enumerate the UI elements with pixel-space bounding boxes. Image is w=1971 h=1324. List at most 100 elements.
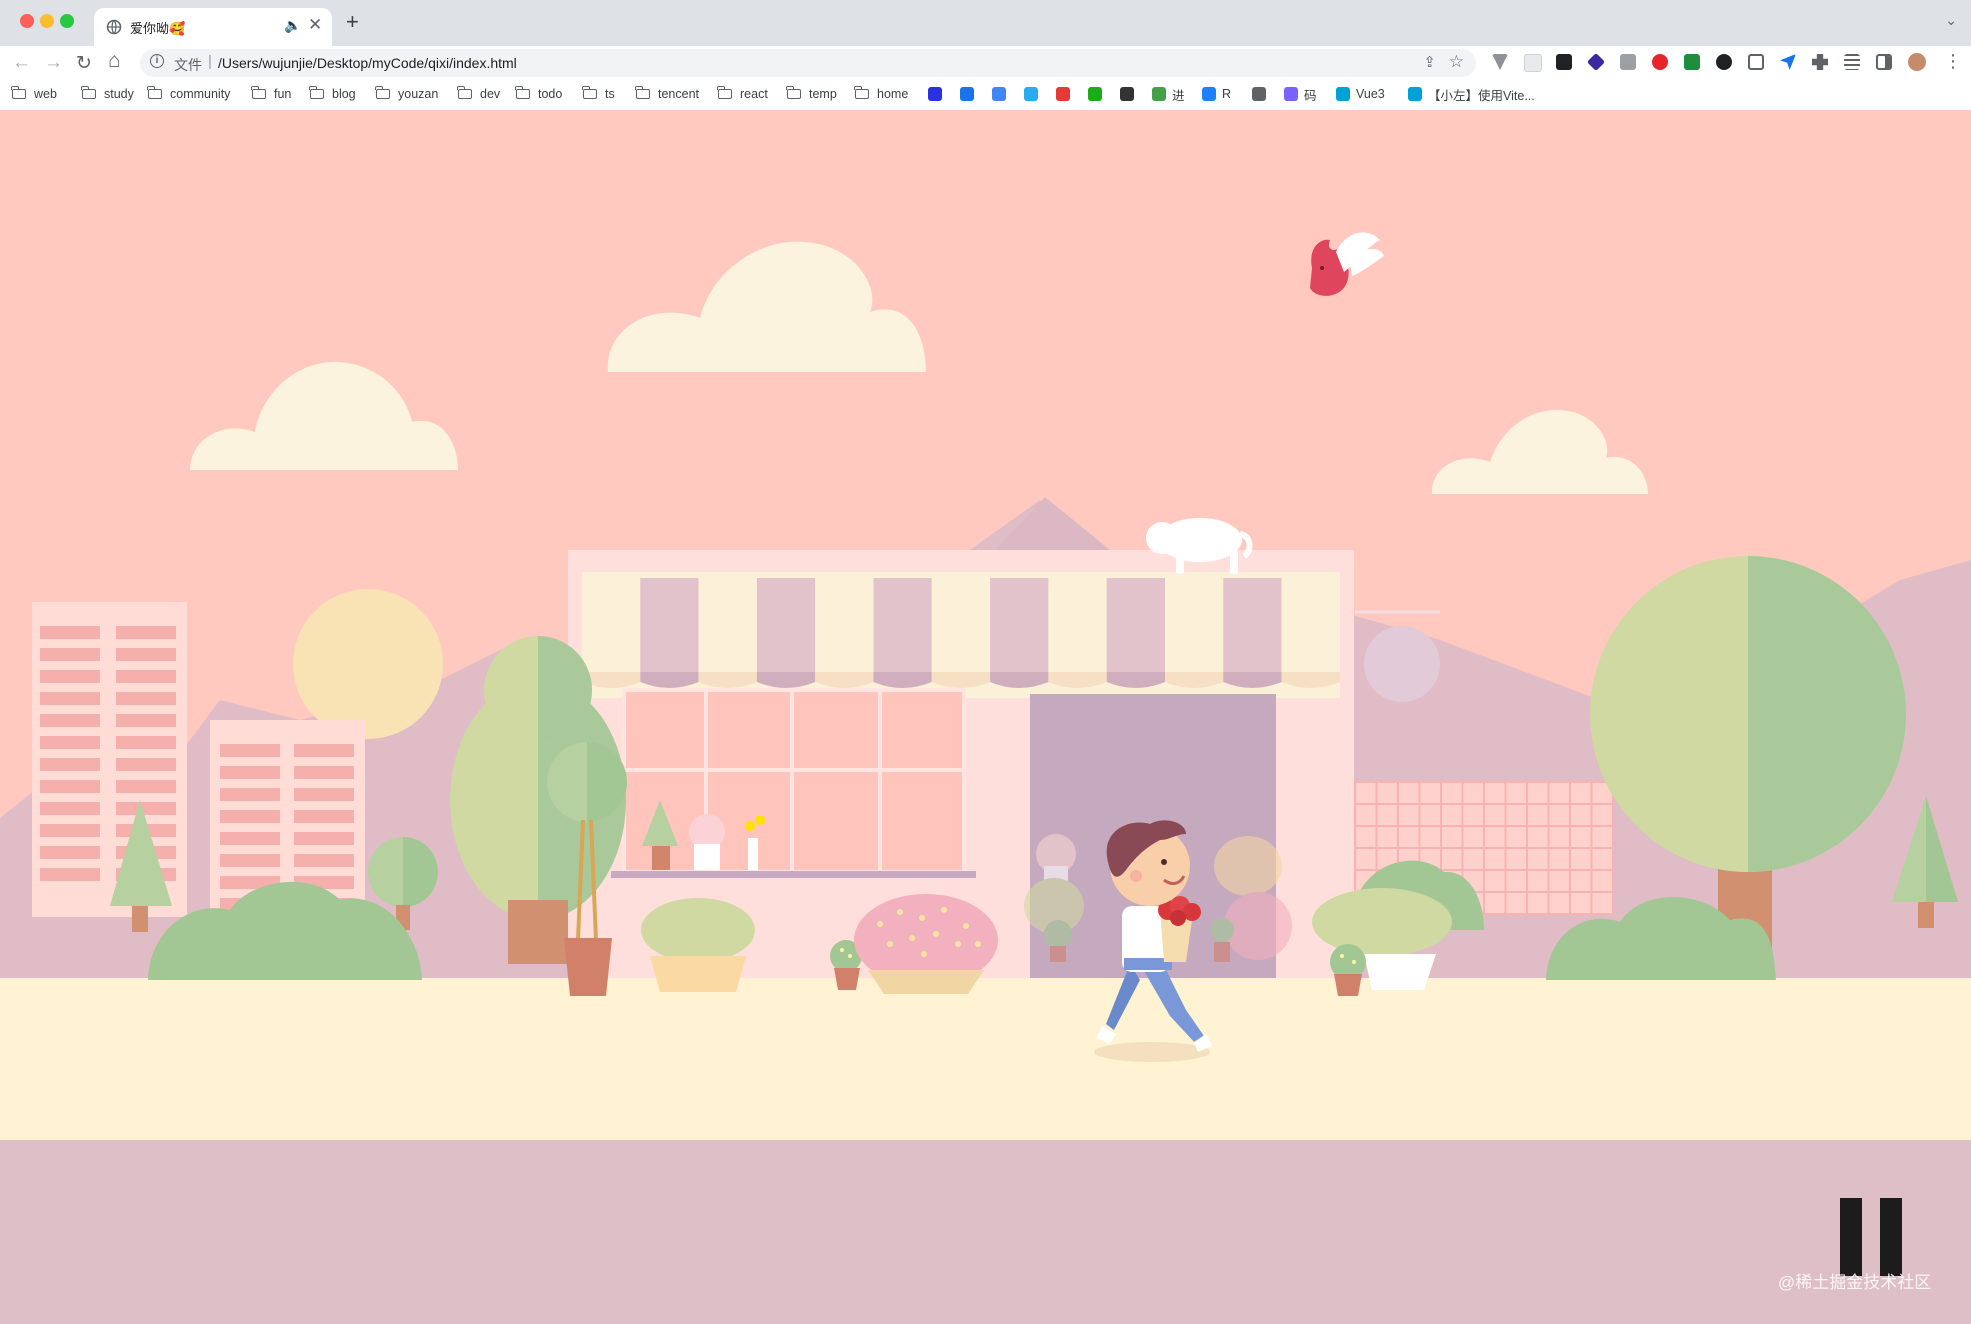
sidewalk [0, 978, 1971, 1140]
avatar-icon [1120, 87, 1134, 101]
chevron-down-icon[interactable]: ⌄ [1945, 12, 1957, 29]
active-tab[interactable]: 爱你呦🥰 🔈 ✕ [94, 8, 332, 46]
new-tab-button[interactable]: + [346, 9, 359, 35]
bookmark-folder-temp[interactable]: temp [786, 84, 837, 104]
vue-devtools-icon[interactable] [1492, 54, 1508, 70]
extension-green-icon[interactable] [1684, 54, 1700, 70]
folder-icon [786, 86, 801, 99]
bookmark-label: 码 [1304, 88, 1317, 103]
bookmark-site-5[interactable] [1088, 84, 1108, 104]
extension-blank-icon[interactable] [1524, 54, 1542, 72]
folder-icon [251, 86, 266, 99]
bookmark-label: tencent [658, 87, 700, 101]
bookmark-folder-youzan[interactable]: youzan [375, 84, 438, 104]
baidu-icon [928, 87, 942, 101]
bookmark-folder-ts[interactable]: ts [582, 84, 615, 104]
bookmark-label: community [170, 87, 231, 101]
folder-icon [635, 86, 650, 99]
bookmark-label: fun [274, 87, 292, 101]
url-text[interactable]: /Users/wujunjie/Desktop/myCode/qixi/inde… [218, 55, 517, 71]
mail-icon [1284, 87, 1298, 101]
bookmark-folder-blog[interactable]: blog [309, 84, 356, 104]
folder-icon [309, 86, 324, 99]
bookmark-site-1[interactable] [960, 84, 980, 104]
page-viewport: @稀土掘金技术社区 [0, 110, 1971, 1324]
bookmark-label: 【小左】使用Vite... [1428, 88, 1535, 103]
back-button[interactable]: ← [12, 52, 31, 74]
bookmark-site-11[interactable]: Vue3 [1336, 84, 1385, 104]
address-bar[interactable]: i 文件 | /Users/wujunjie/Desktop/myCode/qi… [140, 49, 1476, 77]
flower-bush-pink [854, 894, 998, 994]
bookmark-folder-community[interactable]: community [147, 84, 231, 104]
folder-icon [582, 86, 597, 99]
bookmark-label: R [1222, 87, 1232, 101]
puzzle-icon[interactable] [1812, 54, 1828, 70]
pause-bar-left [1840, 1198, 1862, 1276]
bookmark-folder-study[interactable]: study [81, 84, 134, 104]
tab-strip: 爱你呦🥰 🔈 ✕ + ⌄ [0, 0, 1971, 46]
folder-icon [11, 86, 26, 99]
extension-glasses-icon[interactable] [1716, 54, 1732, 70]
bookmark-site-7[interactable]: 进 [1152, 84, 1185, 104]
bilibili-icon [1336, 87, 1350, 101]
playlist-icon[interactable] [1844, 54, 1860, 70]
telegram-icon [1024, 87, 1038, 101]
reload-button[interactable]: ↻ [76, 52, 92, 75]
bookmark-folder-fun[interactable]: fun [251, 84, 292, 104]
folder-icon [147, 86, 162, 99]
folder-icon [515, 86, 530, 99]
bookmark-site-10[interactable]: 码 [1284, 84, 1317, 104]
minimize-window-button[interactable] [40, 14, 54, 28]
extension-red-icon[interactable] [1652, 54, 1668, 70]
folder-icon [375, 86, 390, 99]
extension-gray-icon[interactable] [1620, 54, 1636, 70]
bookmark-label: home [877, 87, 909, 101]
bookmark-site-2[interactable] [992, 84, 1012, 104]
bookmark-site-9[interactable] [1252, 84, 1272, 104]
bookmark-folder-dev[interactable]: dev [457, 84, 501, 104]
info-icon[interactable]: i [150, 54, 164, 68]
bookmark-label: temp [809, 87, 837, 101]
extension-mask-icon[interactable] [1556, 54, 1572, 70]
menu-icon[interactable]: ⋮ [1944, 51, 1962, 72]
extension-diamond-icon[interactable] [1586, 52, 1606, 72]
folder-icon [854, 86, 869, 99]
bookmark-site-12[interactable]: 【小左】使用Vite... [1408, 84, 1535, 104]
watermark: @稀土掘金技术社区 [1778, 1273, 1932, 1292]
extension-copy-icon[interactable] [1748, 54, 1764, 70]
globe-icon [1252, 87, 1266, 101]
bookmark-site-0[interactable] [928, 84, 948, 104]
zoom-window-button[interactable] [60, 14, 74, 28]
bookmark-star-icon[interactable]: ☆ [1449, 52, 1464, 72]
red-book-icon [1056, 87, 1070, 101]
home-button[interactable]: ⌂ [108, 49, 121, 73]
pause-button[interactable] [1840, 1198, 1902, 1276]
speaker-icon[interactable]: 🔈 [284, 17, 301, 34]
bookmark-site-4[interactable] [1056, 84, 1076, 104]
building-left-tall [32, 602, 187, 917]
close-tab-icon[interactable]: ✕ [308, 15, 322, 35]
profile-avatar[interactable] [1908, 53, 1926, 71]
bookmark-label: dev [480, 87, 501, 101]
bookmark-folder-react[interactable]: react [717, 84, 768, 104]
bookmark-site-3[interactable] [1024, 84, 1044, 104]
translate-icon [960, 87, 974, 101]
bookmark-site-6[interactable] [1120, 84, 1140, 104]
leaf-icon [1152, 87, 1166, 101]
close-window-button[interactable] [20, 14, 34, 28]
share-icon[interactable]: ⇪ [1423, 53, 1436, 71]
side-panel-icon[interactable] [1876, 54, 1892, 70]
bookmark-label: react [740, 87, 768, 101]
forward-button[interactable]: → [44, 52, 63, 74]
bookmark-site-8[interactable]: R [1202, 84, 1231, 104]
globe-icon [106, 19, 122, 35]
scheme-label: 文件 [174, 57, 202, 73]
bookmark-folder-home[interactable]: home [854, 84, 909, 104]
bookmark-label: web [34, 87, 57, 101]
qixi-scene [0, 110, 1971, 1324]
bookmark-folder-web[interactable]: web [11, 84, 57, 104]
extension-cursor-icon[interactable] [1780, 54, 1796, 70]
folder-icon [457, 86, 472, 99]
bookmark-folder-tencent[interactable]: tencent [635, 84, 700, 104]
bookmark-folder-todo[interactable]: todo [515, 84, 562, 104]
